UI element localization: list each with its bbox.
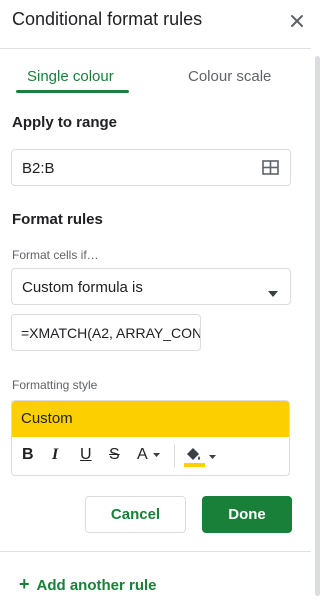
condition-label: Format cells if… bbox=[12, 248, 99, 262]
range-input[interactable]: B2:B bbox=[11, 149, 291, 186]
underline-button[interactable]: U bbox=[80, 446, 92, 464]
toolbar-divider bbox=[174, 444, 175, 468]
cancel-button[interactable]: Cancel bbox=[85, 496, 186, 533]
style-preset-name: Custom bbox=[21, 410, 73, 427]
condition-select[interactable]: Custom formula is bbox=[11, 268, 291, 305]
active-tab-indicator bbox=[16, 90, 129, 93]
plus-icon: + bbox=[19, 574, 30, 594]
range-value: B2:B bbox=[22, 160, 55, 177]
format-rules-heading: Format rules bbox=[12, 211, 103, 228]
formula-value: =XMATCH(A2, ARRAY_CON bbox=[21, 325, 201, 341]
formatting-style-label: Formatting style bbox=[12, 378, 98, 392]
tab-colour-scale[interactable]: Colour scale bbox=[188, 68, 271, 85]
strikethrough-button[interactable]: S bbox=[109, 446, 120, 464]
format-toolbar: B I U S A bbox=[12, 438, 289, 475]
add-another-rule-link[interactable]: + Add another rule bbox=[19, 574, 157, 595]
grid-select-icon[interactable] bbox=[262, 160, 279, 180]
italic-button[interactable]: I bbox=[52, 446, 58, 464]
header-divider bbox=[0, 48, 311, 49]
text-color-label: A bbox=[137, 446, 147, 463]
formula-input[interactable]: =XMATCH(A2, ARRAY_CON bbox=[11, 314, 201, 351]
bold-button[interactable]: B bbox=[22, 446, 34, 464]
add-rule-label: Add another rule bbox=[36, 577, 157, 594]
text-color-dropdown-icon bbox=[153, 452, 161, 457]
scrollbar[interactable] bbox=[315, 56, 320, 596]
fill-color-icon[interactable] bbox=[183, 445, 219, 474]
done-button[interactable]: Done bbox=[202, 496, 292, 533]
close-icon[interactable] bbox=[287, 11, 307, 31]
tab-single-colour[interactable]: Single colour bbox=[27, 68, 114, 85]
chevron-down-icon bbox=[268, 284, 278, 302]
style-preset-select[interactable]: Custom bbox=[12, 401, 289, 437]
condition-value: Custom formula is bbox=[22, 279, 143, 296]
apply-range-heading: Apply to range bbox=[12, 114, 118, 131]
formatting-style-box: Custom B I U S A bbox=[11, 400, 290, 476]
text-color-button[interactable]: A bbox=[137, 446, 161, 464]
panel-title: Conditional format rules bbox=[12, 9, 203, 29]
footer-divider bbox=[0, 551, 311, 552]
